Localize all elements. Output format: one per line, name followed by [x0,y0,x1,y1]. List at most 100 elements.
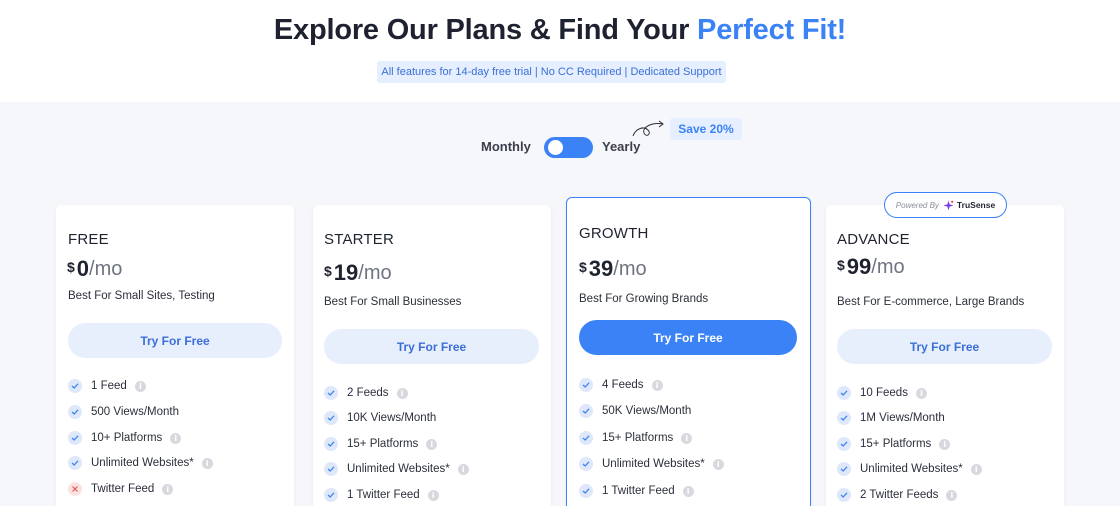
feature-label: 10K Views/Month [347,412,437,424]
feature-item: 50K Views/Month [579,403,691,419]
sparkle-logo-icon [943,200,954,210]
info-icon[interactable]: i [396,387,408,399]
check-icon [579,378,593,392]
try-for-free-button[interactable]: Try For Free [324,329,539,364]
try-for-free-button[interactable]: Try For Free [68,323,282,358]
check-icon [68,405,82,419]
plan-best-for: Best For E-commerce, Large Brands [837,296,1025,308]
feature-item: 15+ Platforms i [579,430,693,446]
plan-card-advance: ADVANCE $99/mo Best For E-commerce, Larg… [826,205,1064,506]
info-icon[interactable]: i [712,458,724,470]
price-currency: $ [324,263,332,279]
info-icon[interactable]: i [915,387,927,399]
plan-name: ADVANCE [837,231,910,248]
info-icon[interactable]: i [426,438,438,450]
feature-label: 10 Feeds [860,387,908,399]
billing-toggle-row: Monthly Yearly [0,134,1120,160]
check-icon [837,411,851,425]
page-title-accent: Perfect Fit! [697,14,847,46]
feature-label: Unlimited Websites* [91,457,194,469]
price-amount: 19 [333,260,359,285]
feature-item: 15+ Platforms i [324,436,438,452]
check-icon [579,431,593,445]
feature-label: 50K Views/Month [602,405,692,417]
info-icon[interactable]: i [170,432,182,444]
feature-label: 2 Twitter Feeds [860,489,939,501]
price-period: /mo [871,256,905,278]
check-icon [68,431,82,445]
info-icon[interactable]: i [651,379,663,391]
page-title-text: Explore Our Plans & Find Your [273,14,698,46]
plan-name: STARTER [324,231,395,248]
feature-item: 1 Twitter Feed i [579,483,694,499]
info-icon[interactable]: i [457,463,469,475]
plan-price: $19/mo [324,261,392,285]
feature-item: 500 Views/Month [68,404,179,420]
feature-label: Unlimited Websites* [602,458,705,470]
info-icon[interactable]: i [134,380,146,392]
check-icon [324,437,338,451]
info-icon[interactable]: i [682,485,694,497]
check-icon [68,379,82,393]
try-for-free-button[interactable]: Try For Free [837,329,1052,364]
price-amount: 39 [588,256,614,281]
feature-label: 500 Views/Month [91,406,180,418]
info-icon[interactable]: i [681,432,693,444]
check-icon [837,386,851,400]
info-icon[interactable]: i [939,438,951,450]
price-currency: $ [837,257,845,273]
feature-label: 15+ Platforms [860,438,932,450]
powered-by-badge[interactable]: Powered By TruSense [884,192,1007,218]
feature-item: 1 Feed i [68,378,146,394]
info-icon[interactable]: i [427,489,439,501]
plan-best-for: Best For Small Sites, Testing [68,290,215,302]
price-period: /mo [613,258,647,280]
check-icon [837,462,851,476]
yearly-label[interactable]: Yearly [602,139,640,154]
trusense-brand: TruSense [956,200,996,210]
feature-item: 15+ Platforms i [837,436,951,452]
feature-label: 10+ Platforms [91,432,163,444]
price-currency: $ [67,259,75,275]
check-icon [579,404,593,418]
price-period: /mo [358,262,392,284]
info-icon[interactable]: i [162,483,174,495]
check-icon [837,488,851,502]
info-icon[interactable]: i [201,457,213,469]
check-icon [324,462,338,476]
check-icon [324,411,338,425]
check-icon [324,488,338,502]
plan-price: $39/mo [579,257,647,281]
info-icon[interactable]: i [946,489,958,501]
try-for-free-button[interactable]: Try For Free [579,320,797,355]
toggle-knob [548,140,563,155]
feature-item: Twitter Feed i [68,481,174,497]
cross-icon [68,482,82,496]
plan-card-free: FREE $0/mo Best For Small Sites, Testing… [56,205,294,506]
hero-header: Explore Our Plans & Find Your Perfect Fi… [0,0,1120,102]
feature-item: 4 Feeds i [579,377,663,393]
price-period: /mo [89,258,123,280]
features-note-badge: All features for 14-day free trial | No … [377,61,726,83]
price-currency: $ [579,259,587,275]
feature-item: 10 Feeds i [837,385,927,401]
check-icon [837,437,851,451]
feature-label: 1M Views/Month [860,412,945,424]
plan-card-starter: STARTER $19/mo Best For Small Businesses… [313,205,551,506]
feature-label: Twitter Feed [91,483,155,495]
feature-item: Unlimited Websites* i [579,456,724,472]
feature-item: Unlimited Websites* i [837,461,982,477]
feature-item: Unlimited Websites* i [324,461,469,477]
feature-item: Unlimited Websites* i [68,455,213,471]
feature-item: 2 Twitter Feeds i [837,487,958,503]
info-icon[interactable]: i [970,463,982,475]
feature-label: 1 Twitter Feed [602,485,675,497]
plan-price: $99/mo [837,255,905,279]
feature-item: 2 Feeds i [324,385,408,401]
billing-period-toggle[interactable] [544,137,593,158]
plan-best-for: Best For Growing Brands [579,293,709,305]
feature-item: 10K Views/Month [324,410,436,426]
check-icon [68,456,82,470]
feature-label: 1 Twitter Feed [347,489,420,501]
monthly-label[interactable]: Monthly [481,139,531,154]
